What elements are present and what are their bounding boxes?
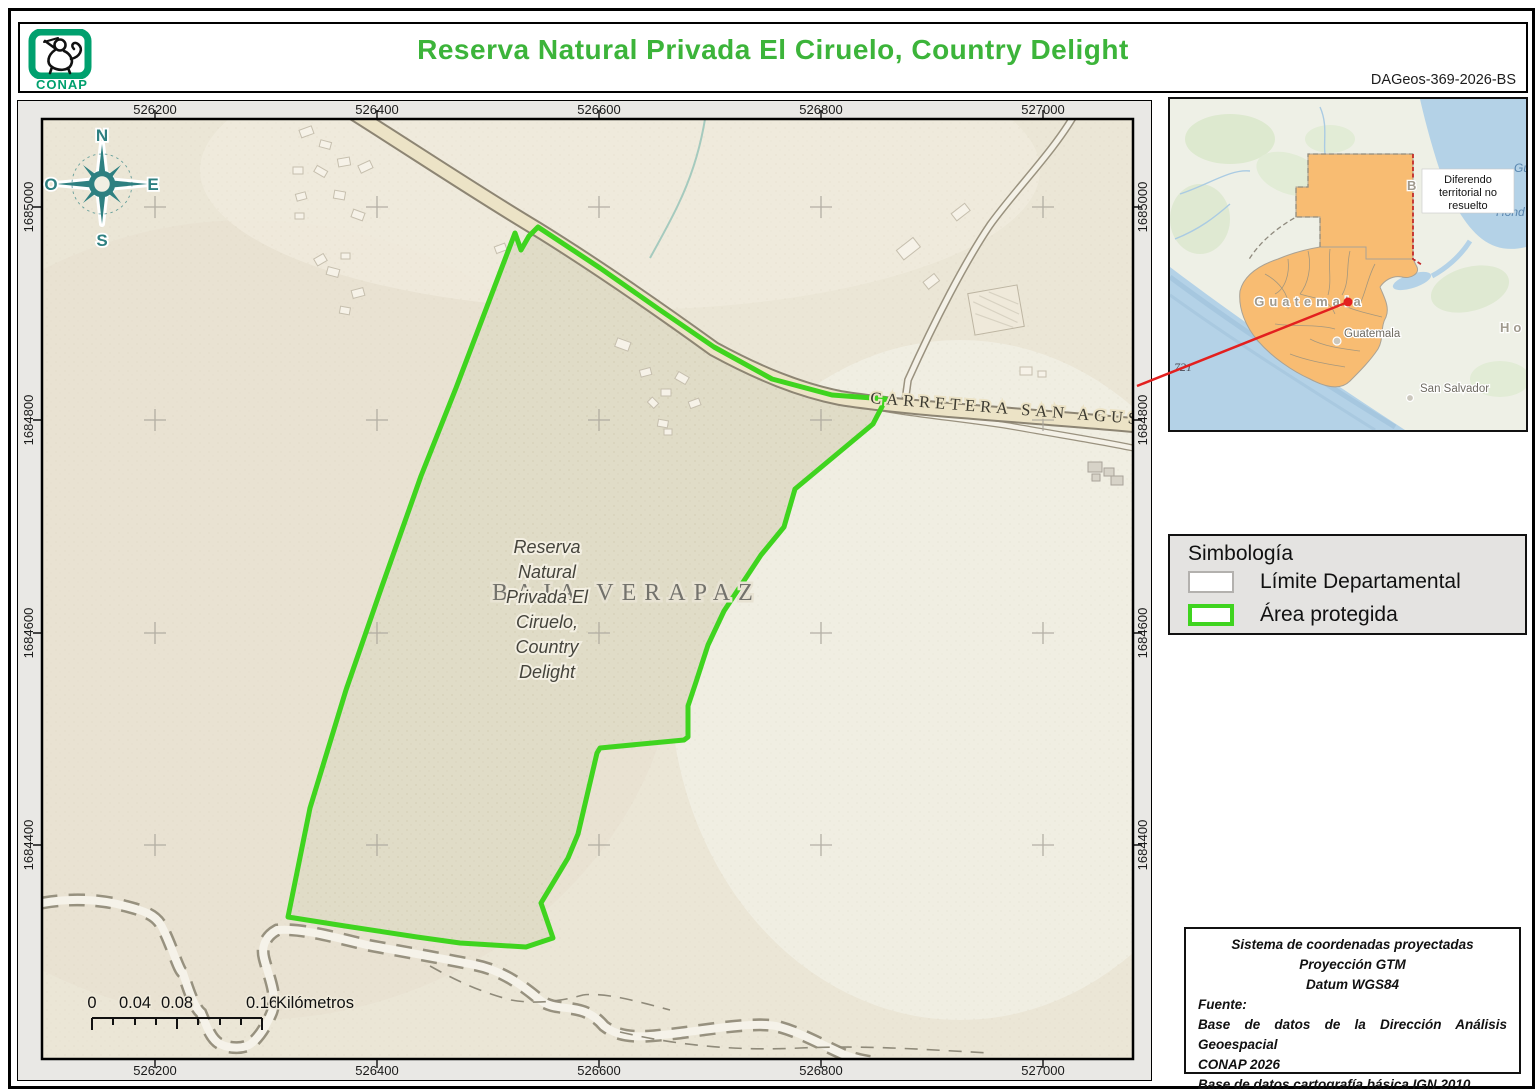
svg-text:Natural: Natural xyxy=(518,562,577,582)
legend-item-protected-area: Área protegida xyxy=(1188,602,1398,628)
compass-west-label: O xyxy=(44,175,57,194)
svg-text:526800: 526800 xyxy=(799,1063,842,1078)
conap-logo-text: CONAP xyxy=(24,77,100,92)
map-canvas: BAJA VERAPAZ Reserva Natural Privada El … xyxy=(17,100,1152,1062)
source-heading: Fuente: xyxy=(1198,995,1507,1015)
projection-line: Proyección GTM xyxy=(1198,955,1507,975)
source-line-1: Base de datos de la Dirección Análisis G… xyxy=(1198,1015,1507,1055)
inset-map-canvas: Guatemala Guatemala San Salvador Ho B Gu… xyxy=(1170,99,1526,430)
svg-text:1685000: 1685000 xyxy=(21,182,36,233)
scale-unit-label: Kilómetros xyxy=(276,994,354,1012)
svg-text:526600: 526600 xyxy=(577,1063,620,1078)
svg-text:resuelto: resuelto xyxy=(1448,200,1487,212)
legend-title: Simbología xyxy=(1188,542,1293,566)
source-line-2: CONAP 2026 xyxy=(1198,1055,1507,1075)
compass-south-label: S xyxy=(96,231,107,250)
belize-partial-label: B xyxy=(1407,178,1416,193)
map-sheet: CONAP Reserva Natural Privada El Ciruelo… xyxy=(0,0,1536,1089)
country-label: Guatemala xyxy=(1254,294,1365,309)
svg-text:Diferendo: Diferendo xyxy=(1444,174,1492,186)
svg-text:1684800: 1684800 xyxy=(1135,395,1150,446)
svg-text:1684800: 1684800 xyxy=(21,395,36,446)
departmental-limit-swatch xyxy=(1188,571,1234,593)
san-salvador-dot xyxy=(1407,395,1414,402)
svg-text:Privada El: Privada El xyxy=(506,587,589,607)
header: CONAP Reserva Natural Privada El Ciruelo… xyxy=(18,22,1528,93)
page-title: Reserva Natural Privada El Ciruelo, Coun… xyxy=(140,34,1406,66)
conap-logo xyxy=(28,29,92,79)
crs-line: Sistema de coordenadas proyectadas xyxy=(1198,935,1507,955)
blue-partial-label-1: Gu xyxy=(1514,161,1526,175)
svg-text:0.16: 0.16 xyxy=(246,994,278,1012)
svg-text:0.08: 0.08 xyxy=(161,994,193,1012)
svg-text:1684400: 1684400 xyxy=(1135,820,1150,871)
credits: Sistema de coordenadas proyectadas Proye… xyxy=(1184,927,1521,1074)
protected-area-swatch xyxy=(1188,604,1234,626)
compass-east-label: E xyxy=(147,175,158,194)
san-salvador-label: San Salvador xyxy=(1420,383,1489,395)
svg-text:Country: Country xyxy=(515,637,579,657)
svg-text:1684400: 1684400 xyxy=(21,820,36,871)
capital-city-dot xyxy=(1333,337,1341,345)
svg-text:526200: 526200 xyxy=(133,1063,176,1078)
monkey-logo-icon xyxy=(28,29,92,79)
svg-text:Ciruelo,: Ciruelo, xyxy=(516,612,578,632)
svg-text:1685000: 1685000 xyxy=(1135,182,1150,233)
svg-text:526600: 526600 xyxy=(577,102,620,117)
document-code: DAGeos-369-2026-BS xyxy=(1371,72,1516,88)
svg-text:527000: 527000 xyxy=(1021,102,1064,117)
svg-text:0.04: 0.04 xyxy=(119,994,151,1012)
inset-locator-map: Guatemala Guatemala San Salvador Ho B Gu… xyxy=(1168,97,1528,432)
svg-text:0: 0 xyxy=(87,994,96,1012)
svg-text:Reserva: Reserva xyxy=(513,537,580,557)
svg-text:526400: 526400 xyxy=(355,1063,398,1078)
svg-text:territorial no: territorial no xyxy=(1439,187,1497,199)
svg-text:Delight: Delight xyxy=(519,662,576,682)
legend: Simbología Límite Departamental Área pro… xyxy=(1168,534,1527,635)
honduras-partial-label: Ho xyxy=(1500,320,1525,335)
main-map: BAJA VERAPAZ Reserva Natural Privada El … xyxy=(17,100,1152,1081)
svg-text:526800: 526800 xyxy=(799,102,842,117)
source-line-3: Base de datos cartografía básica IGN 201… xyxy=(1198,1075,1507,1089)
legend-item-departmental: Límite Departamental xyxy=(1188,569,1461,595)
capital-city-label: Guatemala xyxy=(1344,328,1401,340)
datum-line: Datum WGS84 xyxy=(1198,975,1507,995)
svg-text:526400: 526400 xyxy=(355,102,398,117)
compass-north-label: N xyxy=(96,126,108,145)
road-number-label: 721 xyxy=(1174,360,1192,374)
svg-text:527000: 527000 xyxy=(1021,1063,1064,1078)
svg-text:526200: 526200 xyxy=(133,102,176,117)
svg-text:1684600: 1684600 xyxy=(1135,608,1150,659)
territorial-note: Diferendo territorial no resuelto xyxy=(1422,169,1514,213)
svg-text:1684600: 1684600 xyxy=(21,608,36,659)
